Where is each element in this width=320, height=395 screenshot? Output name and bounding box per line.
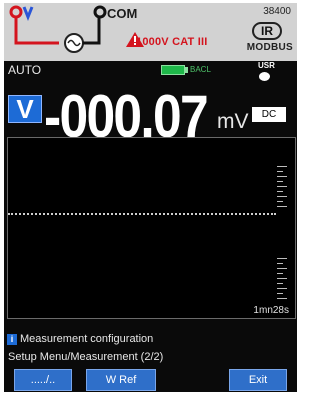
elapsed-time: 1mn28s: [253, 305, 289, 316]
range-mode: AUTO: [8, 63, 42, 77]
info-text: Measurement configuration: [20, 333, 154, 345]
com-label: COM: [107, 6, 138, 21]
protocol-label: MODBUS: [246, 42, 293, 53]
com-terminal-icon: [93, 5, 107, 19]
reading-unit: mV: [217, 110, 249, 133]
softkey-1[interactable]: ...../..: [14, 369, 72, 391]
battery-icon: [161, 65, 185, 75]
coupling-badge: DC: [252, 107, 286, 122]
model-number: 38400: [263, 6, 291, 17]
user-icon: [259, 72, 270, 81]
battery-tip: [185, 67, 188, 73]
multimeter-screen: COM 1000V CAT III 38400 IR MODBUS AUTO B…: [4, 3, 297, 392]
com-lead-wire: [83, 17, 101, 45]
connection-panel: COM 1000V CAT III 38400 IR MODBUS: [4, 3, 297, 61]
w-ref-button[interactable]: W Ref: [86, 369, 156, 391]
graph-scale: [277, 138, 293, 318]
menu-path: Setup Menu/Measurement (2/2): [8, 351, 164, 363]
category-rating: 1000V CAT III: [136, 36, 208, 48]
v-lead-wire: [14, 17, 59, 45]
zero-line: [8, 213, 276, 215]
volt-symbol-icon: [22, 6, 34, 22]
ir-port-badge: IR: [252, 22, 282, 40]
function-badge: V: [8, 95, 42, 123]
battery-label: BACL: [190, 65, 211, 74]
info-line: i Measurement configuration: [4, 333, 297, 348]
trend-graph: 1mn28s: [7, 137, 296, 319]
v-terminal-icon: [9, 5, 23, 19]
user-label: USR: [258, 61, 275, 70]
info-icon: i: [7, 334, 17, 345]
exit-button[interactable]: Exit: [229, 369, 287, 391]
